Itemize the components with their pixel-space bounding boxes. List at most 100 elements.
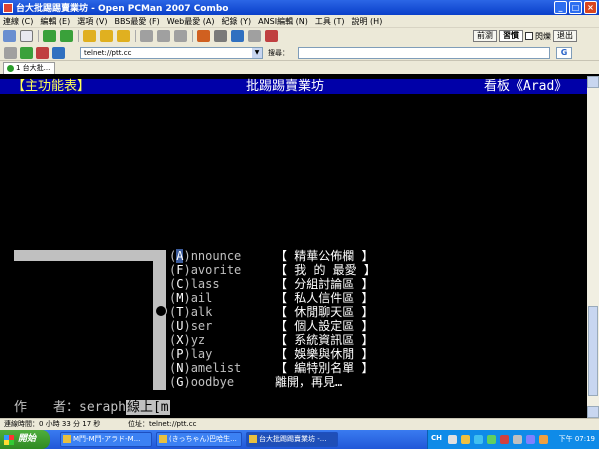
bbs-header: 【主功能表】 批踢踢賣業坊 看板《Arad》 <box>0 79 587 94</box>
blink-checkbox[interactable] <box>525 32 533 40</box>
menu-item-goodbye[interactable]: (G)oodbye 離開，再見… <box>169 375 342 389</box>
forward-arrow-icon[interactable] <box>60 30 73 42</box>
mode-button-2[interactable]: 習慣 <box>499 30 523 42</box>
menu-item-favorite[interactable]: (F)avorite 【 我 的 最愛 】 <box>169 263 376 277</box>
mode-button-1[interactable]: 前瀏 <box>473 30 497 42</box>
copy-article-icon[interactable] <box>174 30 187 42</box>
keyboard-icon[interactable] <box>248 30 261 42</box>
windows-taskbar: 開始 M鬥-M鬥-アラド-M... (きっちゃん)巴哈生... 台大批踢踢賣業坊… <box>0 430 599 449</box>
menu-tools[interactable]: 工具 (T) <box>315 16 345 27</box>
fullscreen-icon[interactable] <box>231 30 244 42</box>
search-label: 搜尋： <box>268 49 289 57</box>
menu-web-favorites[interactable]: Web最愛 (A) <box>167 16 215 27</box>
taskbar-item-2[interactable]: (きっちゃん)巴哈生... <box>156 432 242 447</box>
network-icon[interactable] <box>474 435 483 444</box>
language-indicator[interactable]: CH <box>431 434 442 442</box>
font-icon[interactable] <box>197 30 210 42</box>
address-toolbar: telnet://ptt.cc ▼ 搜尋： G <box>0 44 599 61</box>
refresh-icon[interactable] <box>20 47 33 59</box>
menu-item-desc: 離開，再見… <box>275 375 343 389</box>
reconnect-icon[interactable] <box>83 30 96 42</box>
menu-item-user[interactable]: (U)ser 【 個人設定區 】 <box>169 319 373 333</box>
volume-icon[interactable] <box>513 435 522 444</box>
ime-icon[interactable] <box>448 435 457 444</box>
menu-connect[interactable]: 連線 (C) <box>3 16 33 27</box>
menu-item-desc: 【 分組討論區 】 <box>275 277 374 291</box>
toolbar-separator <box>192 30 193 42</box>
clock[interactable]: 下午 07:19 <box>559 434 595 444</box>
exit-dropdown-button[interactable]: 退出 <box>553 30 577 42</box>
toolbar-separator <box>135 30 136 42</box>
menu-item-xyz[interactable]: (X)yz 【 系統資訊區 】 <box>169 333 373 347</box>
settings-gear-icon[interactable] <box>214 30 227 42</box>
author-value: seraph <box>79 400 126 415</box>
menu-item-talk[interactable]: (T)alk 【 休閒聊天區 】 <box>169 305 373 319</box>
menu-edit[interactable]: 編輯 (E) <box>40 16 70 27</box>
antivirus-icon[interactable] <box>500 435 509 444</box>
menu-ansi-edit[interactable]: ANSI編輯 (N) <box>258 16 308 27</box>
window-icon <box>249 435 257 443</box>
taskbar-item-1[interactable]: M鬥-M鬥-アラド-M... <box>60 432 152 447</box>
menu-item-desc: 【 精華公佈欄 】 <box>275 249 374 263</box>
tab-ptt[interactable]: 1 台大批... <box>3 62 55 74</box>
go-icon[interactable] <box>52 47 65 59</box>
menu-item-desc: 【 編特別名單 】 <box>275 361 374 375</box>
header-board: 看板《Arad》 <box>484 79 568 94</box>
address-input[interactable]: telnet://ptt.cc ▼ <box>80 47 263 59</box>
terminal-screen[interactable]: 【主功能表】 批踢踢賣業坊 看板《Arad》 (A)nnounce 【 精華公佈… <box>0 76 587 418</box>
search-input[interactable] <box>298 47 550 59</box>
menu-item-desc: 【 休閒聊天區 】 <box>275 305 374 319</box>
menu-item-desc: 【 個人設定區 】 <box>275 319 374 333</box>
home-icon[interactable] <box>4 47 17 59</box>
connected-status-icon <box>7 65 14 72</box>
messenger-icon[interactable] <box>526 435 535 444</box>
taskbar-item-3[interactable]: 台大批踢踢賣業坊 -... <box>246 432 338 447</box>
scroll-thumb[interactable] <box>588 306 598 396</box>
menu-bbs-favorites[interactable]: BBS最愛 (F) <box>114 16 159 27</box>
menu-item-desc: 【 我 的 最愛 】 <box>275 263 376 277</box>
main-toolbar: 前瀏 習慣 閃爍 退出 <box>0 28 599 44</box>
address-dropdown-icon[interactable]: ▼ <box>252 48 262 58</box>
stop-icon[interactable] <box>36 47 49 59</box>
decorative-column <box>153 250 166 390</box>
open-file-icon[interactable] <box>20 30 33 42</box>
status-bar: 連線時間：0 小時 33 分 17 秒 位址：telnet://ptt.cc <box>0 418 599 430</box>
toolbar-separator <box>78 30 79 42</box>
maximize-button[interactable]: □ <box>569 1 582 14</box>
menu-item-namelist[interactable]: (N)amelist 【 編特別名單 】 <box>169 361 373 375</box>
back-arrow-icon[interactable] <box>43 30 56 42</box>
disconnect-icon[interactable] <box>100 30 113 42</box>
search-engine-button[interactable]: G <box>556 47 572 59</box>
start-button[interactable]: 開始 <box>0 430 50 449</box>
scroll-down-icon[interactable] <box>587 406 599 418</box>
terminal-scrollbar[interactable] <box>587 76 599 418</box>
tray-app-icon[interactable] <box>539 435 548 444</box>
minimize-button[interactable]: _ <box>554 1 567 14</box>
app-icon <box>3 2 13 13</box>
windows-logo-icon <box>4 435 14 445</box>
menu-options[interactable]: 選項 (V) <box>77 16 107 27</box>
window-title: 台大批踢踢賣業坊 - Open PCMan 2007 Combo <box>16 4 229 14</box>
menu-item-announce[interactable]: (A)nnounce 【 精華公佈欄 】 <box>169 249 373 263</box>
toolbar-separator <box>38 30 39 42</box>
close-button[interactable]: × <box>584 1 597 14</box>
security-icon[interactable] <box>487 435 496 444</box>
decorative-bar <box>14 250 164 261</box>
copy-icon[interactable] <box>140 30 153 42</box>
title-bar: 台大批踢踢賣業坊 - Open PCMan 2007 Combo _ □ × <box>0 0 599 15</box>
help-icon[interactable] <box>461 435 470 444</box>
menu-log[interactable]: 紀錄 (Y) <box>222 16 252 27</box>
menu-item-play[interactable]: (P)lay 【 娛樂與休閒 】 <box>169 347 373 361</box>
exit-icon[interactable] <box>265 30 278 42</box>
system-tray: CH 下午 07:19 <box>427 430 599 449</box>
pin-icon[interactable] <box>117 30 130 42</box>
menu-item-mail[interactable]: (M)ail 【 私人信件區 】 <box>169 291 373 305</box>
menu-help[interactable]: 說明 (H) <box>352 16 383 27</box>
main-menu-list: (A)nnounce 【 精華公佈欄 】 (F)avorite 【 我 的 最愛… <box>169 249 376 389</box>
scroll-up-icon[interactable] <box>587 76 599 88</box>
new-connection-icon[interactable] <box>3 30 16 42</box>
paste-icon[interactable] <box>157 30 170 42</box>
menu-item-class[interactable]: (C)lass 【 分組討論區 】 <box>169 277 373 291</box>
menu-item-desc: 【 娛樂與休閒 】 <box>275 347 374 361</box>
author-line: 作 者：seraph線上[m <box>14 400 170 415</box>
